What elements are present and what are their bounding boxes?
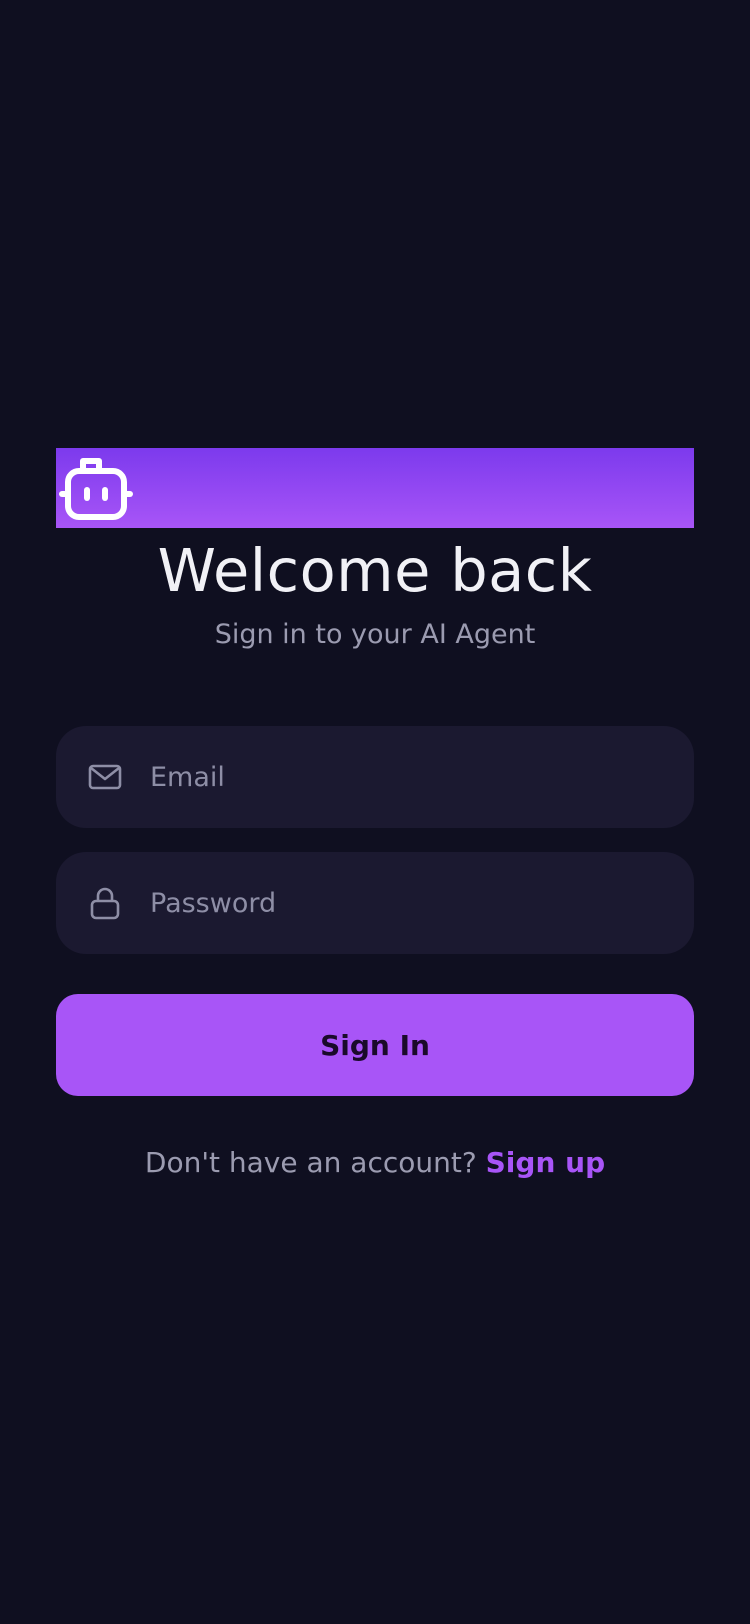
mail-icon (88, 764, 122, 790)
sign-up-link[interactable]: Sign up (486, 1146, 605, 1179)
email-input[interactable] (148, 726, 674, 828)
robot-icon (59, 458, 133, 520)
logo-banner (56, 448, 694, 528)
lock-icon (90, 887, 120, 920)
password-input[interactable] (148, 852, 674, 954)
signup-prompt-text: Don't have an account? (144, 1146, 477, 1179)
signup-prompt: Don't have an account? Sign up (56, 1146, 694, 1179)
login-form: Welcome back Sign in to your AI Agent Si… (56, 448, 694, 1179)
password-field[interactable] (56, 852, 694, 954)
page-subtitle: Sign in to your AI Agent (214, 619, 536, 650)
email-field[interactable] (56, 726, 694, 828)
sign-in-button[interactable]: Sign In (56, 994, 694, 1096)
page-title: Welcome back (157, 536, 593, 605)
